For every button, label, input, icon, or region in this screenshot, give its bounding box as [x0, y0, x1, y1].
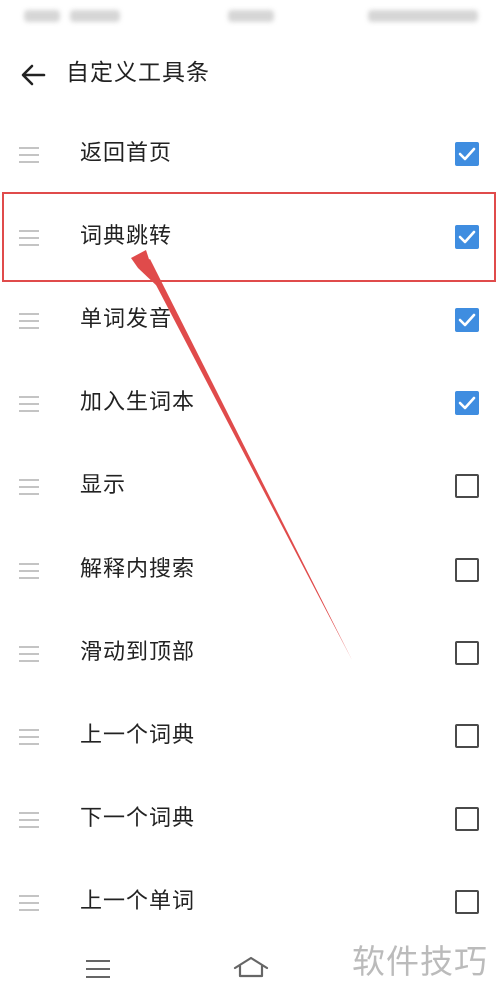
- drag-handle-icon[interactable]: [19, 646, 39, 662]
- toolbar-item-row[interactable]: 下一个词典: [0, 777, 500, 860]
- toolbar-item-row[interactable]: 上一个单词: [0, 860, 500, 943]
- status-icons-blur: [368, 10, 478, 22]
- item-checkbox[interactable]: [455, 890, 479, 914]
- drag-handle-icon[interactable]: [19, 479, 39, 495]
- checkmark-icon: [458, 313, 476, 327]
- toolbar-item-label: 上一个单词: [80, 889, 196, 914]
- back-button[interactable]: [18, 60, 48, 90]
- home-button[interactable]: [232, 954, 270, 982]
- app-header: 自定义工具条: [0, 48, 500, 100]
- toolbar-item-label: 加入生词本: [80, 390, 196, 415]
- status-carrier-blur: [24, 10, 60, 22]
- toolbar-item-label: 显示: [80, 473, 127, 498]
- drag-handle-icon[interactable]: [19, 147, 39, 163]
- checkmark-icon: [458, 147, 476, 161]
- checkmark-icon: [458, 396, 476, 410]
- drag-handle-icon[interactable]: [19, 895, 39, 911]
- annotation-highlight-box: [2, 192, 496, 282]
- toolbar-item-label: 上一个词典: [80, 723, 196, 748]
- drag-handle-icon[interactable]: [19, 812, 39, 828]
- toolbar-item-row[interactable]: 解释内搜索: [0, 528, 500, 611]
- toolbar-item-row[interactable]: 返回首页: [0, 112, 500, 195]
- toolbar-item-row[interactable]: 滑动到顶部: [0, 611, 500, 694]
- status-bar: [0, 0, 500, 34]
- toolbar-item-label: 滑动到顶部: [80, 640, 196, 665]
- item-checkbox[interactable]: [455, 474, 479, 498]
- item-checkbox[interactable]: [455, 142, 479, 166]
- toolbar-item-row[interactable]: 单词发音: [0, 278, 500, 361]
- toolbar-item-row[interactable]: 显示: [0, 444, 500, 527]
- item-checkbox[interactable]: [455, 807, 479, 831]
- toolbar-item-label: 返回首页: [80, 141, 173, 166]
- toolbar-item-label: 解释内搜索: [80, 557, 196, 582]
- drag-handle-icon[interactable]: [19, 729, 39, 745]
- item-checkbox[interactable]: [455, 308, 479, 332]
- menu-icon[interactable]: [86, 960, 110, 978]
- toolbar-item-label: 下一个词典: [80, 806, 196, 831]
- status-time-blur: [228, 10, 274, 22]
- toolbar-item-row[interactable]: 加入生词本: [0, 361, 500, 444]
- toolbar-item-label: 单词发音: [80, 307, 173, 332]
- item-checkbox[interactable]: [455, 641, 479, 665]
- drag-handle-icon[interactable]: [19, 563, 39, 579]
- watermark-text: 软件技巧: [352, 942, 488, 981]
- toolbar-item-row[interactable]: 上一个词典: [0, 694, 500, 777]
- page-title: 自定义工具条: [66, 60, 210, 86]
- item-checkbox[interactable]: [455, 391, 479, 415]
- item-checkbox[interactable]: [455, 558, 479, 582]
- drag-handle-icon[interactable]: [19, 396, 39, 412]
- status-network-blur: [70, 10, 120, 22]
- home-icon: [233, 956, 269, 978]
- arrow-left-icon: [21, 64, 46, 86]
- drag-handle-icon[interactable]: [19, 313, 39, 329]
- item-checkbox[interactable]: [455, 724, 479, 748]
